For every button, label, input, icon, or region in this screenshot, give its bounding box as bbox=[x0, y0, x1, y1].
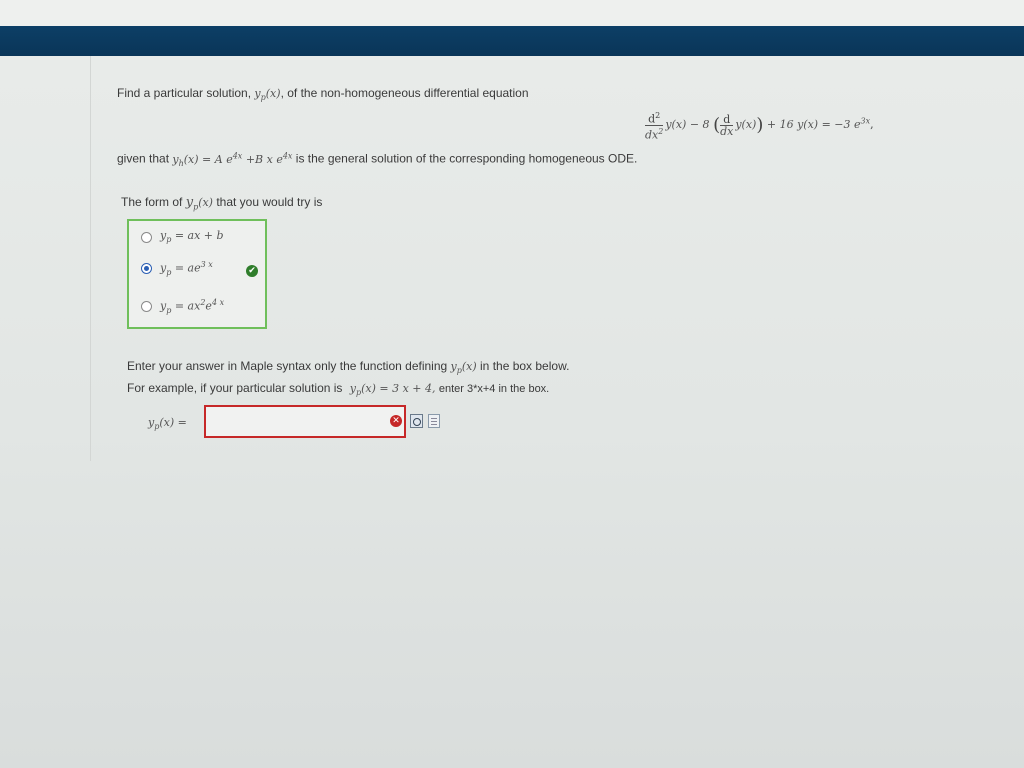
first-derivative-fraction: d dx bbox=[720, 114, 734, 138]
yh-math: yh(x) = A e4x +B x e4x bbox=[172, 151, 293, 168]
given-prefix: given that bbox=[117, 151, 170, 166]
ode-tail: , bbox=[870, 118, 874, 132]
choice-2-exp: 3 x bbox=[200, 259, 213, 269]
answer-input[interactable] bbox=[204, 405, 406, 438]
choice-2-rhs: = ae bbox=[171, 261, 201, 275]
intro-math: yp(x) bbox=[254, 87, 281, 102]
dx2: dx bbox=[645, 128, 659, 142]
yh-rest: (x) = A e bbox=[183, 152, 233, 166]
answer-label-rest: (x) = bbox=[159, 416, 187, 429]
radio-button-3[interactable] bbox=[141, 300, 152, 312]
choice-3-exp2: 4 x bbox=[211, 297, 225, 307]
ode-equation: d2 dx2 y(x) − 8 ( d dx y(x)) + 16 y(x) =… bbox=[645, 110, 874, 140]
instructions-line-1: Enter your answer in Maple syntax only t… bbox=[127, 359, 569, 375]
choice-2-math: yp = ae3 x bbox=[160, 260, 213, 277]
d2-exp: 2 bbox=[655, 111, 661, 120]
yh-exp1: 4x bbox=[232, 151, 243, 160]
open-paren: ( bbox=[713, 114, 721, 136]
given-suffix: is the general solution of the correspon… bbox=[295, 151, 638, 166]
help-document-icon[interactable] bbox=[428, 414, 440, 428]
ode-term3-exp: 3x bbox=[860, 116, 871, 126]
intro-text: Find a particular solution, bbox=[117, 86, 252, 100]
question-intro: Find a particular solution, yp(x), of th… bbox=[117, 86, 529, 102]
instr1-arg: (x) bbox=[461, 360, 477, 373]
second-derivative-fraction: d2 dx2 bbox=[645, 110, 664, 141]
ode-term3-text: + 16 y(x) = −3 e bbox=[766, 118, 861, 132]
given-line: given that yh(x) = A e4x +B x e4x is the… bbox=[117, 151, 637, 168]
instr1-suffix: in the box below. bbox=[480, 359, 570, 373]
choice-3-rhs: = ax bbox=[171, 299, 201, 313]
yh-mid: +B x e bbox=[242, 152, 283, 166]
instr1-prefix: Enter your answer in Maple syntax only t… bbox=[127, 359, 448, 373]
question-content: Find a particular solution, yp(x), of th… bbox=[0, 0, 1024, 768]
instr2-suffix: enter 3*x+4 in the box. bbox=[438, 383, 550, 395]
x-circle-icon: ✕ bbox=[390, 415, 402, 427]
intro-arg: (x) bbox=[265, 87, 281, 100]
choice-1-math: yp = ax + b bbox=[160, 229, 224, 244]
choice-1-rhs: = ax + b bbox=[171, 229, 224, 243]
frac-den: dx2 bbox=[645, 126, 663, 141]
ode-term3: + 16 y(x) = −3 e3x bbox=[766, 116, 871, 132]
yh-exp2: 4x bbox=[282, 151, 293, 160]
dx1: dx bbox=[720, 124, 734, 138]
instr1-math: yp(x) bbox=[451, 360, 477, 375]
form-arg: (x) bbox=[198, 196, 213, 209]
dx2-exp: 2 bbox=[658, 126, 664, 136]
ode-term2: y(x) bbox=[735, 118, 757, 132]
instr2-math: yp(x) = 3 x + 4, bbox=[350, 382, 436, 397]
intro-rest: , of the non-homogeneous differential eq… bbox=[280, 86, 529, 100]
form-suffix: that you would try is bbox=[216, 195, 323, 209]
close-paren: ) bbox=[756, 114, 764, 136]
ode-term1: y(x) − 8 bbox=[665, 118, 710, 132]
choice-option-2[interactable]: yp = ae3 x bbox=[141, 259, 213, 277]
answer-label: yp(x) = bbox=[148, 416, 187, 431]
choice-option-3[interactable]: yp = ax2e4 x bbox=[141, 297, 224, 315]
frac-num: d2 bbox=[645, 110, 664, 126]
form-prefix: The form of bbox=[121, 195, 183, 209]
choice-option-1[interactable]: yp = ax + b bbox=[141, 228, 224, 246]
radio-button-1[interactable] bbox=[141, 231, 152, 243]
instructions-line-2: For example, if your particular solution… bbox=[127, 381, 549, 397]
radio-button-2[interactable] bbox=[141, 262, 152, 274]
form-math: yp(x) bbox=[185, 195, 213, 212]
instr2-math-rest: (x) = 3 x + 4, bbox=[361, 382, 436, 395]
instr2-prefix: For example, if your particular solution… bbox=[127, 381, 343, 395]
choice-group: yp = ax + b yp = ae3 x ✔ yp = ax2e4 x bbox=[127, 219, 267, 329]
form-fn: y bbox=[185, 195, 194, 210]
check-circle-icon: ✔ bbox=[246, 265, 258, 277]
d1: d bbox=[720, 114, 734, 126]
choice-3-math: yp = ax2e4 x bbox=[160, 298, 224, 315]
form-question: The form of yp(x) that you would try is bbox=[121, 195, 322, 212]
preview-icon[interactable] bbox=[410, 414, 423, 428]
